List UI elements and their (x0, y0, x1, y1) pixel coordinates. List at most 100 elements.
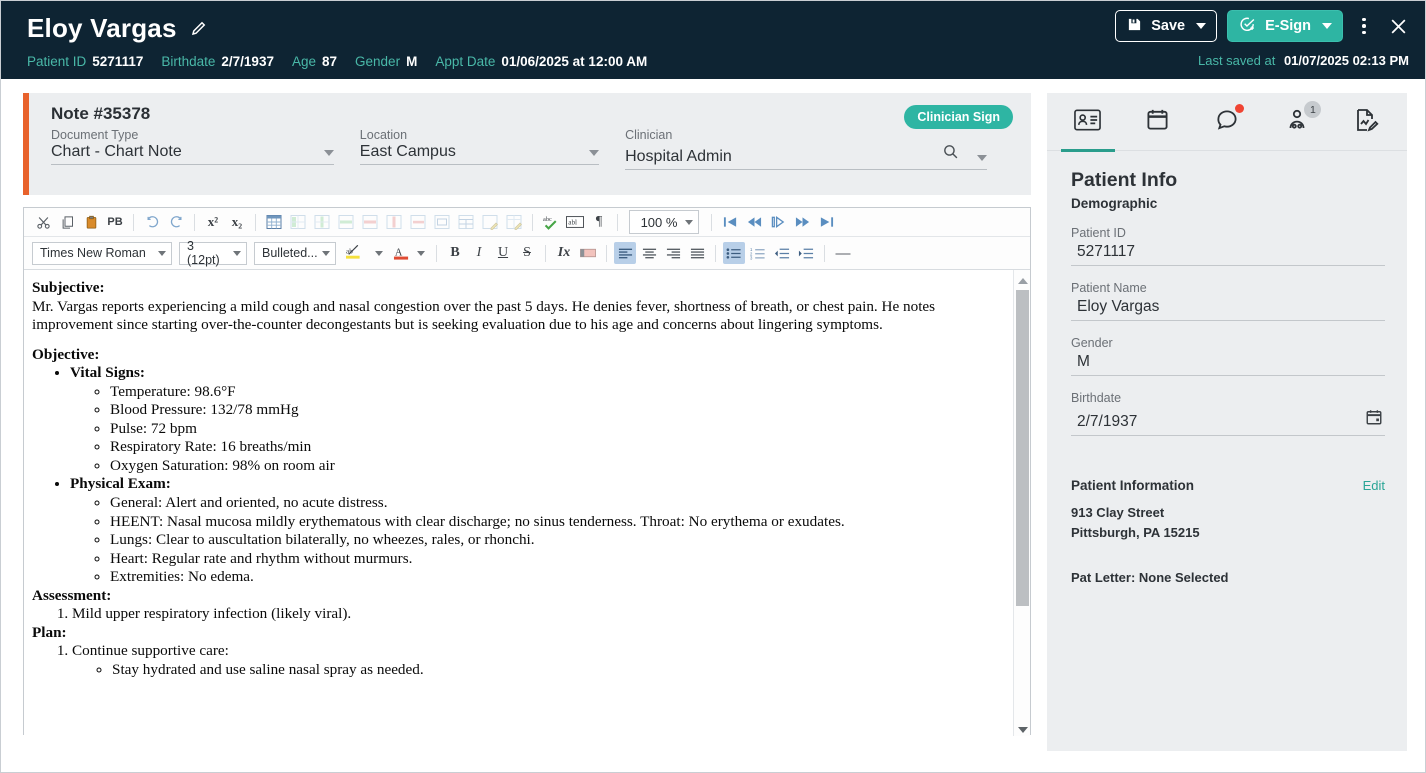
align-justify-icon[interactable] (686, 242, 708, 264)
note-header-card: Note #35378 Clinician Sign Document Type… (23, 93, 1031, 195)
chevron-down-icon[interactable] (417, 250, 425, 256)
search-icon[interactable] (942, 143, 959, 165)
show-blocks-icon[interactable]: abl (564, 211, 586, 233)
chevron-down-icon[interactable] (1322, 23, 1332, 29)
paragraph-mark-icon[interactable]: ¶ (588, 211, 610, 233)
save-button[interactable]: Save (1115, 10, 1218, 42)
next-page-icon[interactable] (791, 211, 813, 233)
toolbar-divider (532, 213, 533, 231)
document-canvas[interactable]: Subjective: Mr. Vargas reports experienc… (24, 270, 1030, 736)
tab-note-signature[interactable] (1331, 93, 1401, 151)
paste-plain-text-icon[interactable]: PB (104, 211, 126, 233)
table-properties-icon[interactable] (479, 211, 501, 233)
close-icon[interactable] (1385, 12, 1411, 40)
underline-icon[interactable]: U (492, 242, 514, 264)
split-cell-icon[interactable] (455, 211, 477, 233)
zoom-select[interactable]: 100 % (629, 210, 699, 234)
cut-icon[interactable] (32, 211, 54, 233)
header-actions: Save E-Sign (1115, 10, 1411, 42)
chevron-down-icon[interactable] (233, 250, 241, 256)
tab-calendar[interactable] (1123, 93, 1193, 151)
clinician-label: Clinician (625, 128, 673, 142)
chevron-down-icon[interactable] (589, 150, 600, 156)
remove-format-icon[interactable]: Ix (553, 242, 575, 264)
patient-name-field[interactable]: Patient Name Eloy Vargas (1071, 281, 1385, 321)
horizontal-rule-icon[interactable]: — (832, 242, 854, 264)
insert-row-above-icon[interactable] (335, 211, 357, 233)
tab-chat[interactable] (1192, 93, 1262, 151)
undo-icon[interactable] (141, 211, 163, 233)
next-field-icon[interactable] (767, 211, 789, 233)
copy-icon[interactable] (56, 211, 78, 233)
insert-table-icon[interactable] (263, 211, 285, 233)
align-left-icon[interactable] (614, 242, 636, 264)
chevron-down-icon[interactable] (1196, 23, 1207, 29)
chevron-down-icon[interactable] (375, 250, 383, 256)
font-size-select[interactable]: 3 (12pt) (179, 239, 247, 267)
bulleted-list-icon[interactable] (723, 242, 745, 264)
insert-column-left-icon[interactable] (287, 211, 309, 233)
align-right-icon[interactable] (662, 242, 684, 264)
note-fields-row: Document Type Chart - Chart Note Locatio… (51, 128, 1013, 170)
chevron-down-icon[interactable] (158, 250, 166, 256)
gender-value: M (1077, 353, 1090, 370)
edit-link[interactable]: Edit (1363, 478, 1385, 493)
redo-icon[interactable] (165, 211, 187, 233)
esign-button[interactable]: E-Sign (1227, 10, 1343, 42)
cell-properties-icon[interactable] (503, 211, 525, 233)
note-editor-column: Note #35378 Clinician Sign Document Type… (23, 93, 1031, 772)
text-background-icon[interactable] (577, 242, 599, 264)
paragraph-mark-label: ¶ (595, 214, 603, 229)
list-style-select[interactable]: Bulleted... (254, 241, 336, 265)
list-item: Heart: Regular rate and rhythm without m… (110, 550, 1008, 569)
increase-indent-icon[interactable] (795, 242, 817, 264)
more-options-icon[interactable] (1353, 12, 1375, 40)
document-type-field[interactable]: Document Type Chart - Chart Note (51, 128, 360, 170)
bold-label: B (450, 245, 460, 260)
first-page-icon[interactable] (719, 211, 741, 233)
clinician-sign-badge[interactable]: Clinician Sign (904, 105, 1013, 129)
text-highlight-color-icon[interactable]: ab (343, 242, 369, 264)
tab-care-team[interactable]: 1 (1262, 93, 1332, 151)
delete-row-icon[interactable] (407, 211, 429, 233)
location-field[interactable]: Location East Campus (359, 128, 625, 170)
numbered-list-icon[interactable]: 123 (747, 242, 769, 264)
last-page-icon[interactable] (815, 211, 837, 233)
svg-text:3: 3 (750, 255, 753, 260)
scroll-up-icon[interactable] (1014, 270, 1030, 287)
delete-column-icon[interactable] (383, 211, 405, 233)
decrease-indent-icon[interactable] (771, 242, 793, 264)
italic-icon[interactable]: I (468, 242, 490, 264)
insert-row-below-icon[interactable] (359, 211, 381, 233)
chevron-down-icon[interactable] (685, 219, 693, 225)
scroll-down-icon[interactable] (1014, 719, 1030, 736)
patient-header: Eloy Vargas Patient ID 5271117 Birthdate… (1, 1, 1425, 79)
birthdate-field[interactable]: Birthdate 2/7/1937 (1071, 391, 1385, 436)
chevron-down-icon[interactable] (323, 150, 334, 156)
spell-check-icon[interactable]: abc (540, 211, 562, 233)
strikethrough-icon[interactable]: S (516, 242, 538, 264)
subscript-icon[interactable]: x₂ (226, 211, 248, 233)
tab-patient-card[interactable] (1053, 93, 1123, 152)
superscript-icon[interactable]: x² (202, 211, 224, 233)
font-family-select[interactable]: Times New Roman (32, 241, 172, 265)
clinician-field[interactable]: Clinician Hospital Admin (625, 128, 1013, 170)
merge-cells-icon[interactable] (431, 211, 453, 233)
document-scrollbar[interactable] (1013, 270, 1030, 736)
chevron-down-icon[interactable] (322, 250, 330, 256)
patient-id-field[interactable]: Patient ID 5271117 (1071, 226, 1385, 266)
scrollbar-thumb[interactable] (1016, 290, 1029, 606)
note-document[interactable]: Subjective: Mr. Vargas reports experienc… (24, 270, 1030, 679)
paste-icon[interactable] (80, 211, 102, 233)
insert-column-right-icon[interactable] (311, 211, 333, 233)
align-center-icon[interactable] (638, 242, 660, 264)
chevron-down-icon[interactable] (977, 155, 987, 161)
application-window: Eloy Vargas Patient ID 5271117 Birthdate… (0, 0, 1426, 773)
font-color-icon[interactable]: A (391, 242, 411, 264)
previous-page-icon[interactable] (743, 211, 765, 233)
bold-icon[interactable]: B (444, 242, 466, 264)
gender-field[interactable]: Gender M (1071, 336, 1385, 376)
calendar-icon[interactable] (1365, 408, 1383, 431)
vital-signs-group: Vital Signs: Temperature: 98.6°F Blood P… (70, 364, 1008, 475)
pencil-icon[interactable] (189, 18, 209, 38)
